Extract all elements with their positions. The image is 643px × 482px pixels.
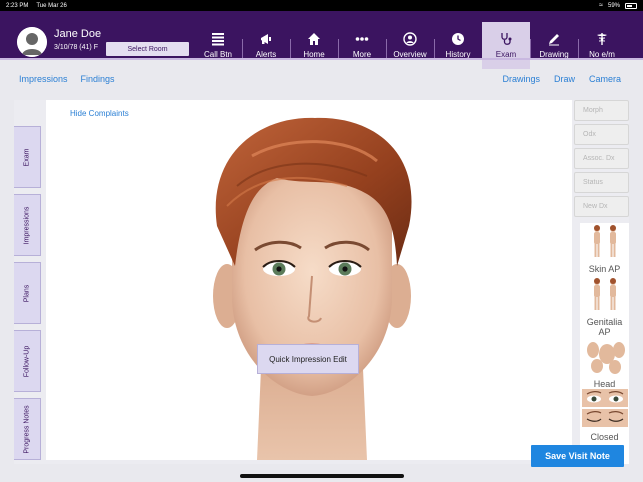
nav-more[interactable]: More — [338, 22, 386, 69]
side-tab-progress-notes[interactable]: Progress Notes — [14, 398, 41, 460]
nav-no-em[interactable]: No e/m — [578, 22, 626, 69]
caduceus-icon — [595, 32, 609, 46]
odx-button[interactable]: Odx — [574, 124, 629, 145]
quick-impression-edit-button[interactable]: Quick Impression Edit — [257, 344, 359, 374]
clock-icon — [451, 32, 465, 46]
model-thumb-head[interactable]: Head — [580, 340, 629, 389]
findings-link[interactable]: Findings — [81, 74, 115, 84]
side-tab-plans-label: Plans — [23, 284, 31, 302]
eyes-closed-icon — [581, 409, 628, 427]
nav-drawing[interactable]: Drawing — [530, 22, 578, 69]
eyes-open-icon — [581, 389, 628, 407]
model-thumb-closed[interactable]: Closed — [580, 409, 629, 442]
exam-main-area: Exam Impressions Plans Follow-Up Progres… — [14, 100, 629, 464]
side-tab-follow-up-label: Follow-Up — [23, 345, 31, 377]
battery-percent: 59% — [607, 2, 620, 9]
side-tab-impressions-label: Impressions — [23, 206, 31, 244]
head-icon — [586, 342, 625, 374]
impressions-link[interactable]: Impressions — [19, 74, 68, 84]
home-icon — [307, 32, 321, 46]
nav-call-btn[interactable]: Call Btn — [194, 22, 242, 69]
skin-ap-label: Skin AP — [588, 264, 621, 274]
header-underline — [0, 58, 643, 60]
sub-toolbar: Impressions Findings Drawings Draw Camer… — [14, 65, 629, 92]
side-tab-exam[interactable]: Exam — [14, 126, 41, 188]
draw-link[interactable]: Draw — [554, 74, 575, 84]
body-model-list: Skin AP Genitalia AP Head Closed — [580, 223, 629, 464]
nav-overview[interactable]: Overview — [386, 22, 434, 69]
wifi-icon: ≈ — [599, 2, 603, 9]
anatomy-canvas[interactable]: Hide Complaints — [46, 100, 572, 460]
pencil-icon — [547, 32, 561, 46]
megaphone-icon — [259, 32, 273, 46]
model-thumb-skin-ap[interactable]: Skin AP — [580, 225, 629, 274]
main-nav: Call Btn Alerts Home More Overview Histo… — [194, 22, 626, 69]
nav-alerts[interactable]: Alerts — [242, 22, 290, 69]
head-label: Head — [593, 379, 616, 389]
status-button[interactable]: Status — [574, 172, 629, 193]
more-dots-icon — [355, 32, 369, 46]
assoc-dx-button[interactable]: Assoc. Dx — [574, 148, 629, 169]
body-front-icon — [593, 225, 616, 257]
stethoscope-icon — [499, 32, 513, 46]
body-front-icon — [593, 278, 616, 310]
call-list-icon — [211, 32, 225, 46]
side-tabs: Exam Impressions Plans Follow-Up Progres… — [14, 100, 42, 464]
nav-home[interactable]: Home — [290, 22, 338, 69]
patient-name: Jane Doe — [54, 28, 102, 40]
app-header: Jane Doe 3/10/78 (41) F Select Room Call… — [0, 11, 643, 69]
home-indicator[interactable] — [240, 474, 404, 478]
battery-icon — [625, 2, 637, 9]
side-tab-follow-up[interactable]: Follow-Up — [14, 330, 41, 392]
person-circle-icon — [403, 32, 417, 46]
right-tool-panel: Morph Odx Assoc. Dx Status New Dx Skin A… — [572, 100, 629, 464]
status-bar: 2:23 PM Tue Mar 26 ≈ 59% — [0, 0, 643, 11]
camera-link[interactable]: Camera — [589, 74, 621, 84]
side-tab-impressions[interactable]: Impressions — [14, 194, 41, 256]
new-dx-button[interactable]: New Dx — [574, 196, 629, 217]
genitalia-ap-label: Genitalia AP — [586, 317, 623, 337]
save-visit-note-button[interactable]: Save Visit Note — [531, 445, 624, 467]
select-room-button[interactable]: Select Room — [106, 42, 189, 56]
face-model-image[interactable] — [197, 116, 427, 460]
hide-complaints-link[interactable]: Hide Complaints — [70, 109, 129, 118]
nav-history[interactable]: History — [434, 22, 482, 69]
side-tab-progress-notes-label: Progress Notes — [23, 404, 31, 454]
model-thumb-genitalia-ap[interactable]: Genitalia AP — [580, 278, 629, 337]
drawings-link[interactable]: Drawings — [502, 74, 540, 84]
side-tab-exam-label: Exam — [23, 148, 31, 166]
side-tab-plans[interactable]: Plans — [14, 262, 41, 324]
status-date: Tue Mar 26 — [36, 2, 67, 9]
patient-avatar[interactable] — [17, 27, 47, 57]
morph-button[interactable]: Morph — [574, 100, 629, 121]
closed-label: Closed — [590, 432, 619, 442]
patient-dob: 3/10/78 (41) F — [54, 44, 98, 51]
nav-exam[interactable]: Exam — [482, 22, 530, 69]
status-time: 2:23 PM — [6, 2, 29, 9]
